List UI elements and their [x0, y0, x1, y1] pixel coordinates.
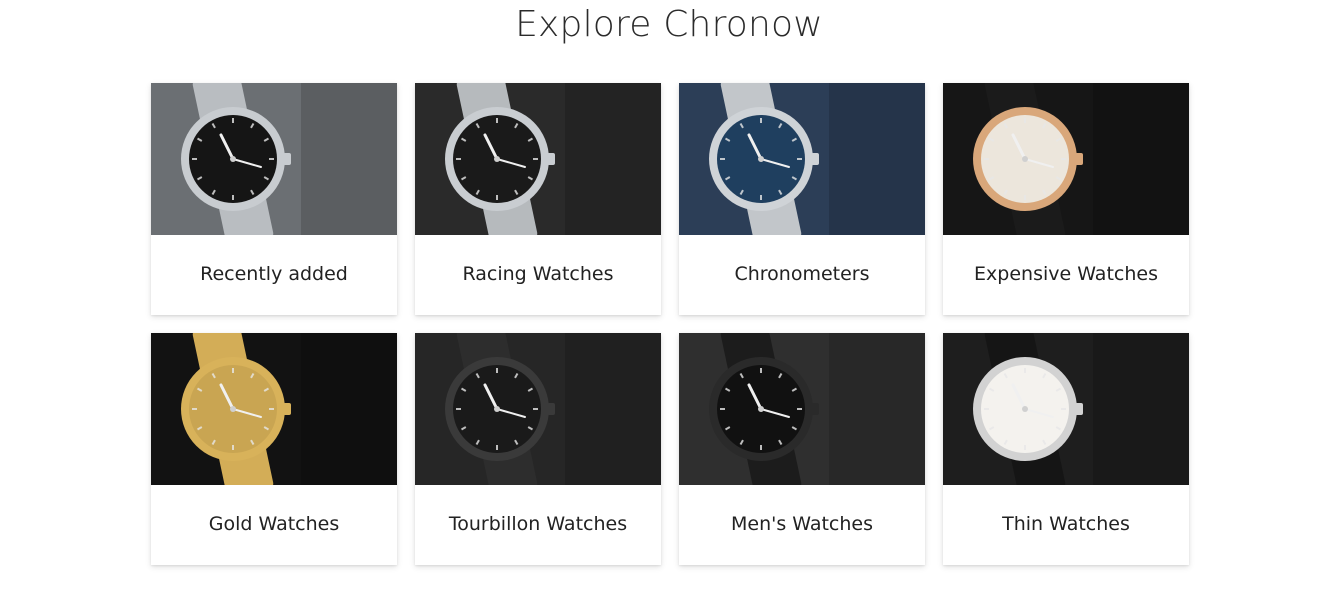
category-label: Men's Watches	[730, 513, 874, 535]
watch-photo	[415, 83, 661, 235]
steel-racing-chronograph-watch-photo	[415, 83, 661, 235]
page-title: Explore Chronow	[515, 4, 823, 45]
category-card-racing-watches[interactable]: Racing Watches	[415, 83, 661, 315]
category-card-gold-watches[interactable]: Gold Watches	[151, 333, 397, 565]
watch-photo	[943, 83, 1189, 235]
watch-photo	[679, 83, 925, 235]
white-dial-dress-watch-photo	[943, 333, 1189, 485]
watch-photo	[415, 333, 661, 485]
category-card-thin-watches[interactable]: Thin Watches	[943, 333, 1189, 565]
watch-photo	[679, 333, 925, 485]
blue-dial-chronometer-watch-photo	[679, 83, 925, 235]
category-label: Expensive Watches	[974, 263, 1158, 285]
black-pilot-watch-photo	[679, 333, 925, 485]
category-label: Gold Watches	[208, 513, 340, 535]
category-card-expensive-watches[interactable]: Expensive Watches	[943, 83, 1189, 315]
category-card-tourbillon-watches[interactable]: Tourbillon Watches	[415, 333, 661, 565]
black-skeleton-tourbillon-watch-photo	[415, 333, 661, 485]
category-label: Tourbillon Watches	[448, 513, 628, 535]
category-grid: Recently added Racing Watches Chronomete…	[151, 83, 1189, 565]
category-label: Chronometers	[734, 263, 870, 285]
category-card-recently-added[interactable]: Recently added	[151, 83, 397, 315]
watch-photo	[151, 83, 397, 235]
watch-photo	[943, 333, 1189, 485]
rose-gold-complication-watch-photo	[943, 83, 1189, 235]
category-card-mens-watches[interactable]: Men's Watches	[679, 333, 925, 565]
category-label: Racing Watches	[462, 263, 614, 285]
category-label: Thin Watches	[1002, 513, 1130, 535]
category-card-chronometers[interactable]: Chronometers	[679, 83, 925, 315]
category-label: Recently added	[200, 263, 348, 285]
watch-photo	[151, 333, 397, 485]
yellow-gold-day-date-watch-photo	[151, 333, 397, 485]
silver-black-chronograph-watch-photo	[151, 83, 397, 235]
